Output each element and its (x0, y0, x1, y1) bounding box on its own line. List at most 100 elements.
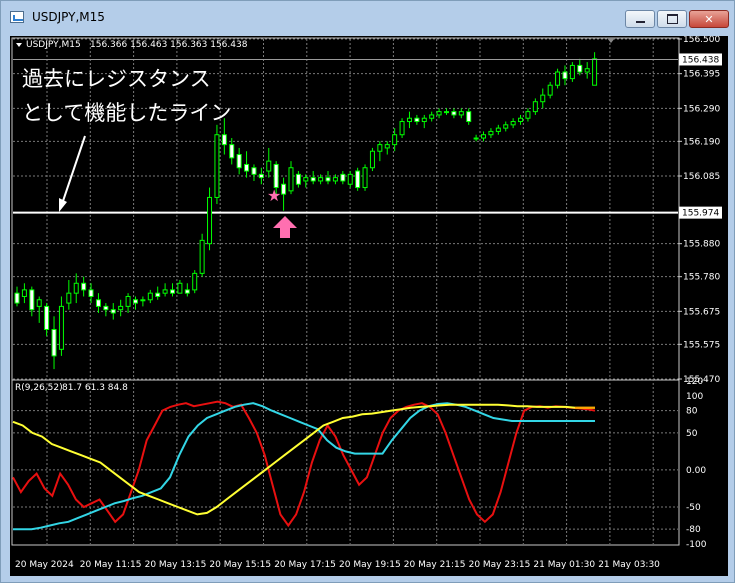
candle (399, 118, 405, 139)
candle (103, 303, 109, 317)
window-title: USDJPY,M15 (32, 10, 105, 24)
candle (125, 293, 131, 313)
price-label: 156.085 (683, 172, 720, 182)
candle (295, 171, 301, 188)
candle (170, 283, 176, 297)
indicator-axis-label: 50 (686, 429, 698, 439)
candle (547, 81, 553, 99)
candle (58, 296, 64, 356)
candle (384, 141, 390, 155)
candle (525, 108, 531, 122)
candle (340, 171, 346, 185)
chart-area[interactable]: 156.500 156.395 156.290 156.190 156.085 155.8… (10, 35, 728, 576)
candle (81, 276, 87, 297)
candle (488, 128, 494, 139)
time-label: 20 May 19:15 (339, 560, 401, 570)
candle (466, 108, 472, 125)
time-label: 20 May 21:15 (404, 560, 466, 570)
indicator-values: 81.7 61.3 84.8 (62, 383, 128, 393)
candle (577, 58, 583, 76)
chart-window-icon (10, 11, 24, 23)
candle (369, 147, 375, 172)
minimize-button[interactable] (625, 10, 655, 28)
candle (481, 131, 487, 142)
price-label: 155.575 (683, 340, 720, 350)
candle (177, 279, 183, 294)
candle (510, 118, 516, 129)
candle (44, 303, 50, 337)
chart-symbol: USDJPY,M15 (26, 40, 81, 50)
candle (229, 138, 235, 165)
close-icon: ✕ (704, 12, 714, 26)
pink-up-arrow-icon (273, 216, 297, 238)
candle (473, 134, 479, 142)
candle (95, 293, 101, 313)
time-label: 21 May 01:30 (533, 560, 595, 570)
candle (429, 111, 435, 122)
indicator-axis-label: -100 (686, 540, 707, 550)
candle (532, 98, 538, 115)
time-label: 20 May 13:15 (145, 560, 207, 570)
candle (347, 171, 353, 188)
candle (421, 114, 427, 129)
price-label: 155.780 (683, 273, 720, 283)
price-label: 156.395 (683, 70, 720, 80)
candle (66, 279, 72, 310)
indicator-axis-label: -80 (686, 525, 701, 535)
chart-shift-marker-icon[interactable] (607, 38, 615, 43)
candle (310, 171, 316, 185)
chart-menu-triangle-icon[interactable] (16, 43, 22, 47)
candle (592, 52, 598, 86)
price-tag-label: 155.974 (682, 209, 719, 219)
candle (162, 283, 168, 297)
candle (266, 147, 272, 178)
candle (110, 303, 116, 320)
candle (451, 108, 457, 119)
time-axis: 20 May 2024 20 May 11:15 20 May 13:15 20 Ma… (15, 560, 660, 570)
price-tag-label: 156.438 (682, 55, 719, 65)
candle (555, 68, 561, 89)
candle (199, 233, 205, 277)
candle (155, 286, 161, 300)
annotation-line-2: として機能したライン (22, 101, 231, 125)
title-bar[interactable]: USDJPY,M15 ✕ (1, 1, 734, 34)
indicator-axis-label: 120 (686, 377, 703, 387)
indicator-lines (12, 400, 596, 531)
candle (88, 283, 94, 304)
indicator-axis-label: 80 (686, 407, 698, 417)
maximize-icon (666, 14, 678, 24)
candle (540, 88, 546, 109)
chart-ohlc: 156.366 156.463 156.363 156.438 (90, 40, 248, 50)
candlesticks (14, 52, 598, 370)
candle (436, 108, 442, 119)
candle (14, 286, 20, 307)
minimize-icon (635, 21, 645, 23)
candle (406, 111, 412, 129)
candle (362, 164, 368, 191)
candle (236, 147, 242, 175)
indicator-label: R(9,26,52) (15, 383, 63, 393)
chart-svg[interactable]: 156.500 156.395 156.290 156.190 156.085 155.8… (10, 35, 728, 576)
candle (288, 161, 294, 195)
candle (258, 167, 264, 185)
annotation-arrow-icon (59, 135, 86, 212)
time-label: 20 May 15:15 (209, 560, 271, 570)
price-label: 155.675 (683, 307, 720, 317)
time-label: 21 May 03:30 (598, 560, 660, 570)
candle (495, 124, 501, 135)
candle (377, 141, 383, 162)
candle (414, 114, 420, 125)
candle (184, 283, 190, 297)
price-label: 156.290 (683, 104, 720, 114)
candle (147, 289, 153, 304)
maximize-button[interactable] (657, 10, 687, 28)
indicator-axis-label: 0.00 (686, 466, 706, 476)
time-label: 20 May 2024 (15, 560, 74, 570)
candle (281, 177, 287, 211)
price-label: 155.880 (683, 240, 720, 250)
candle (192, 270, 198, 294)
annotation-line-1: 過去にレジスタンス (22, 67, 211, 91)
candle (36, 296, 42, 323)
candle (73, 273, 79, 304)
close-button[interactable]: ✕ (689, 10, 729, 28)
